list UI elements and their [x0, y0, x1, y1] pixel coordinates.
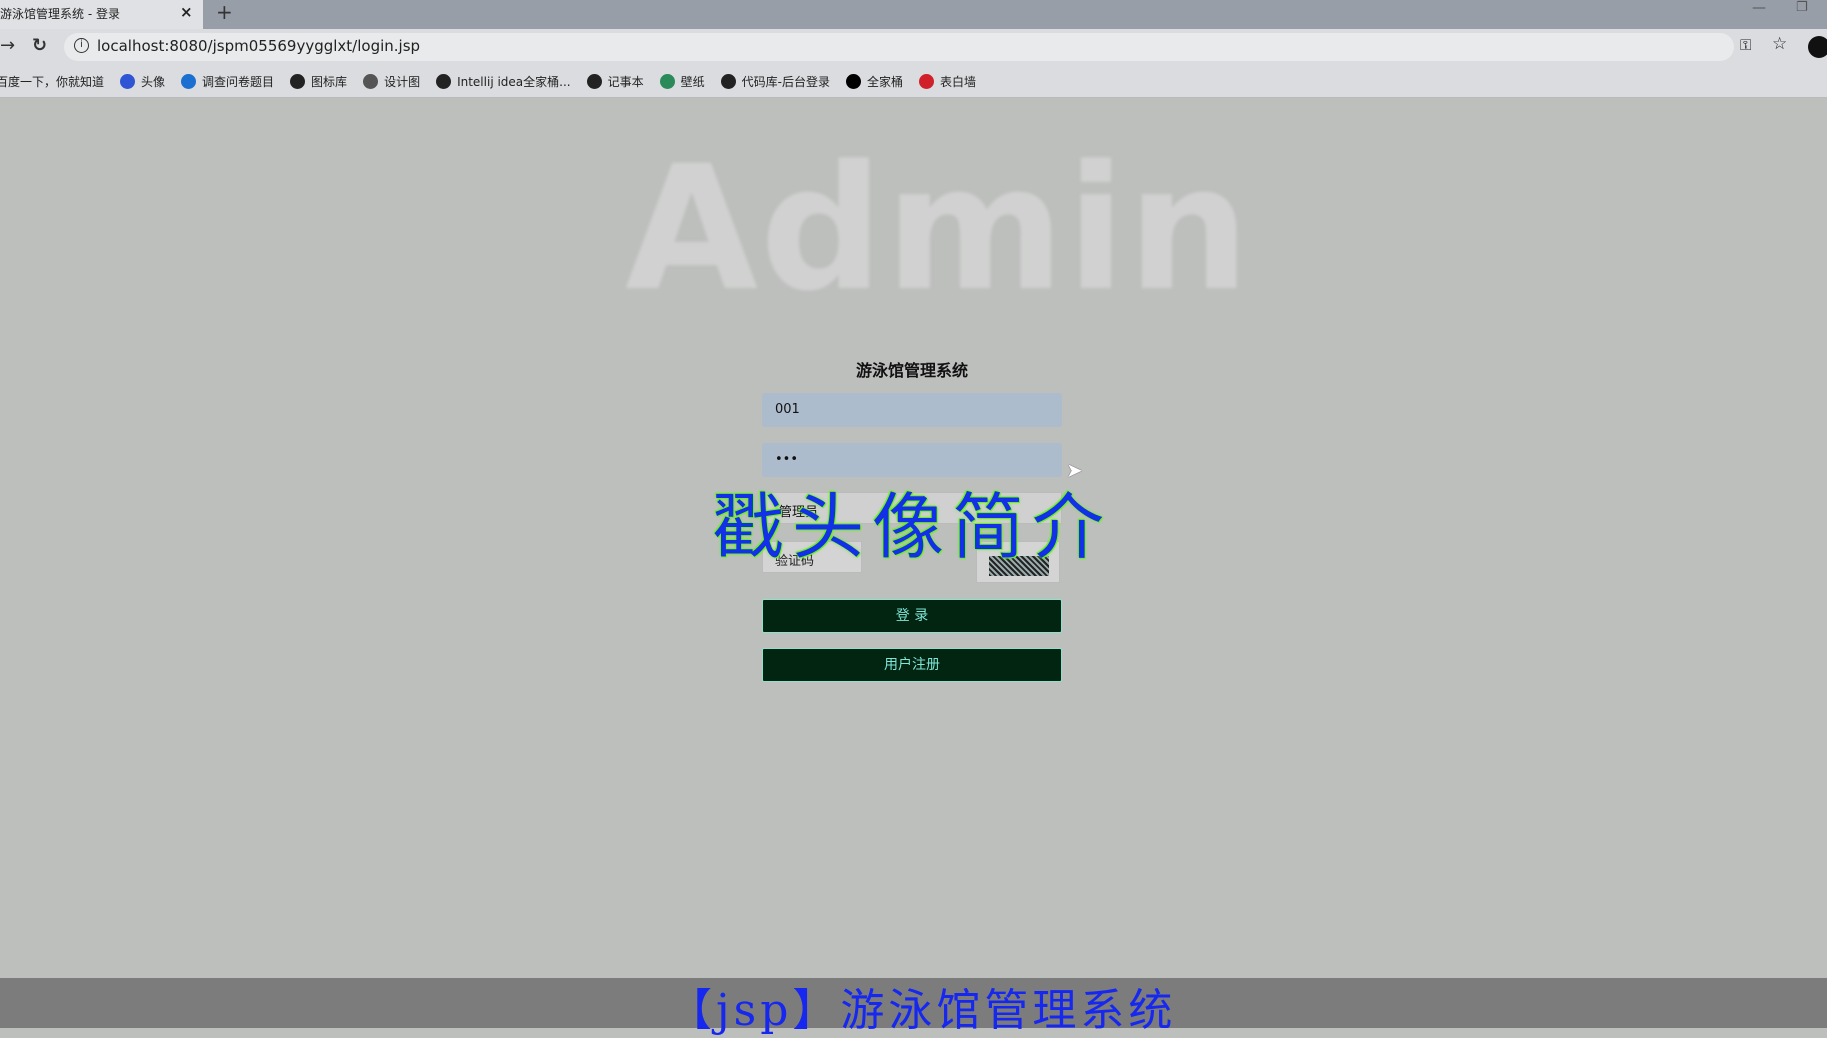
- mouse-cursor-icon: ➤: [1066, 458, 1083, 482]
- info-icon[interactable]: i: [74, 38, 89, 53]
- bookmark-label: 记事本: [607, 74, 644, 89]
- globe-icon: [720, 73, 736, 89]
- bookmark-item[interactable]: Intellij idea全家桶...: [436, 73, 571, 90]
- target-icon: [918, 73, 934, 89]
- bookmark-item[interactable]: 设计图: [363, 73, 420, 90]
- tab-title: 游泳馆管理系统 - 登录: [0, 7, 120, 21]
- globe-icon: [290, 73, 306, 89]
- bookmark-label: 壁纸: [680, 74, 705, 89]
- bookmark-label: 调查问卷题目: [202, 74, 275, 89]
- check-circle-icon: [659, 73, 675, 89]
- bookmarks-bar: 百度一下，你就知道 头像 调查问卷题目 图标库 设计图 Intellij idea全家桶.…: [0, 65, 1827, 98]
- minimize-icon[interactable]: —: [1752, 0, 1766, 16]
- bookmark-label: 设计图: [384, 74, 421, 89]
- admin-watermark: Admin: [625, 128, 1252, 329]
- survey-icon: [181, 73, 197, 89]
- bookmark-label: 头像: [141, 74, 166, 89]
- bookmark-item[interactable]: 调查问卷题目: [181, 73, 274, 90]
- paw-icon: [120, 73, 136, 89]
- browser-tab[interactable]: 游泳馆管理系统 - 登录: [0, 0, 203, 29]
- bookmark-label: 表白墙: [939, 74, 976, 89]
- bookmark-item[interactable]: 图标库: [290, 73, 347, 90]
- new-tab-button[interactable]: +: [216, 0, 233, 24]
- bookmark-label: 代码库-后台登录: [741, 74, 830, 89]
- bookmark-label: 百度一下，你就知道: [0, 74, 105, 89]
- star-icon[interactable]: ☆: [1772, 34, 1787, 54]
- key-icon[interactable]: ⚿: [1740, 36, 1751, 54]
- bookmark-label: 全家桶: [866, 74, 903, 89]
- reload-icon[interactable]: ↻: [32, 35, 47, 56]
- bubble-icon: [363, 73, 379, 89]
- bookmark-item[interactable]: 全家桶: [845, 73, 903, 90]
- globe-icon: [436, 73, 452, 89]
- bookmark-item[interactable]: 表白墙: [918, 73, 976, 90]
- register-button[interactable]: 用户注册: [762, 648, 1062, 682]
- bookmark-label: Intellij idea全家桶...: [457, 74, 571, 89]
- profile-icon[interactable]: [1808, 36, 1827, 58]
- overlay-text: 戳头像简介: [712, 485, 1113, 569]
- bookmark-item[interactable]: 代码库-后台登录: [720, 73, 830, 90]
- login-button[interactable]: 登 录: [762, 599, 1062, 633]
- forward-icon[interactable]: →: [0, 35, 15, 56]
- bookmark-item[interactable]: 百度一下，你就知道: [0, 73, 104, 90]
- username-input[interactable]: 001: [762, 393, 1062, 427]
- bookmark-label: 图标库: [311, 74, 348, 89]
- close-tab-icon[interactable]: ×: [180, 3, 193, 21]
- jetbrains-icon: [845, 73, 861, 89]
- bookmark-item[interactable]: 头像: [120, 73, 165, 90]
- video-caption: 【jsp】游泳馆管理系统: [668, 985, 1177, 1036]
- globe-icon: [586, 73, 602, 89]
- url-text[interactable]: localhost:8080/jspm05569yygglxt/login.js…: [97, 37, 420, 55]
- restore-icon[interactable]: ❐: [1796, 0, 1808, 15]
- bookmark-item[interactable]: 壁纸: [659, 73, 705, 90]
- bookmark-item[interactable]: 记事本: [586, 73, 644, 90]
- tab-bar: [0, 0, 1827, 29]
- page-title: 游泳馆管理系统: [855, 361, 968, 380]
